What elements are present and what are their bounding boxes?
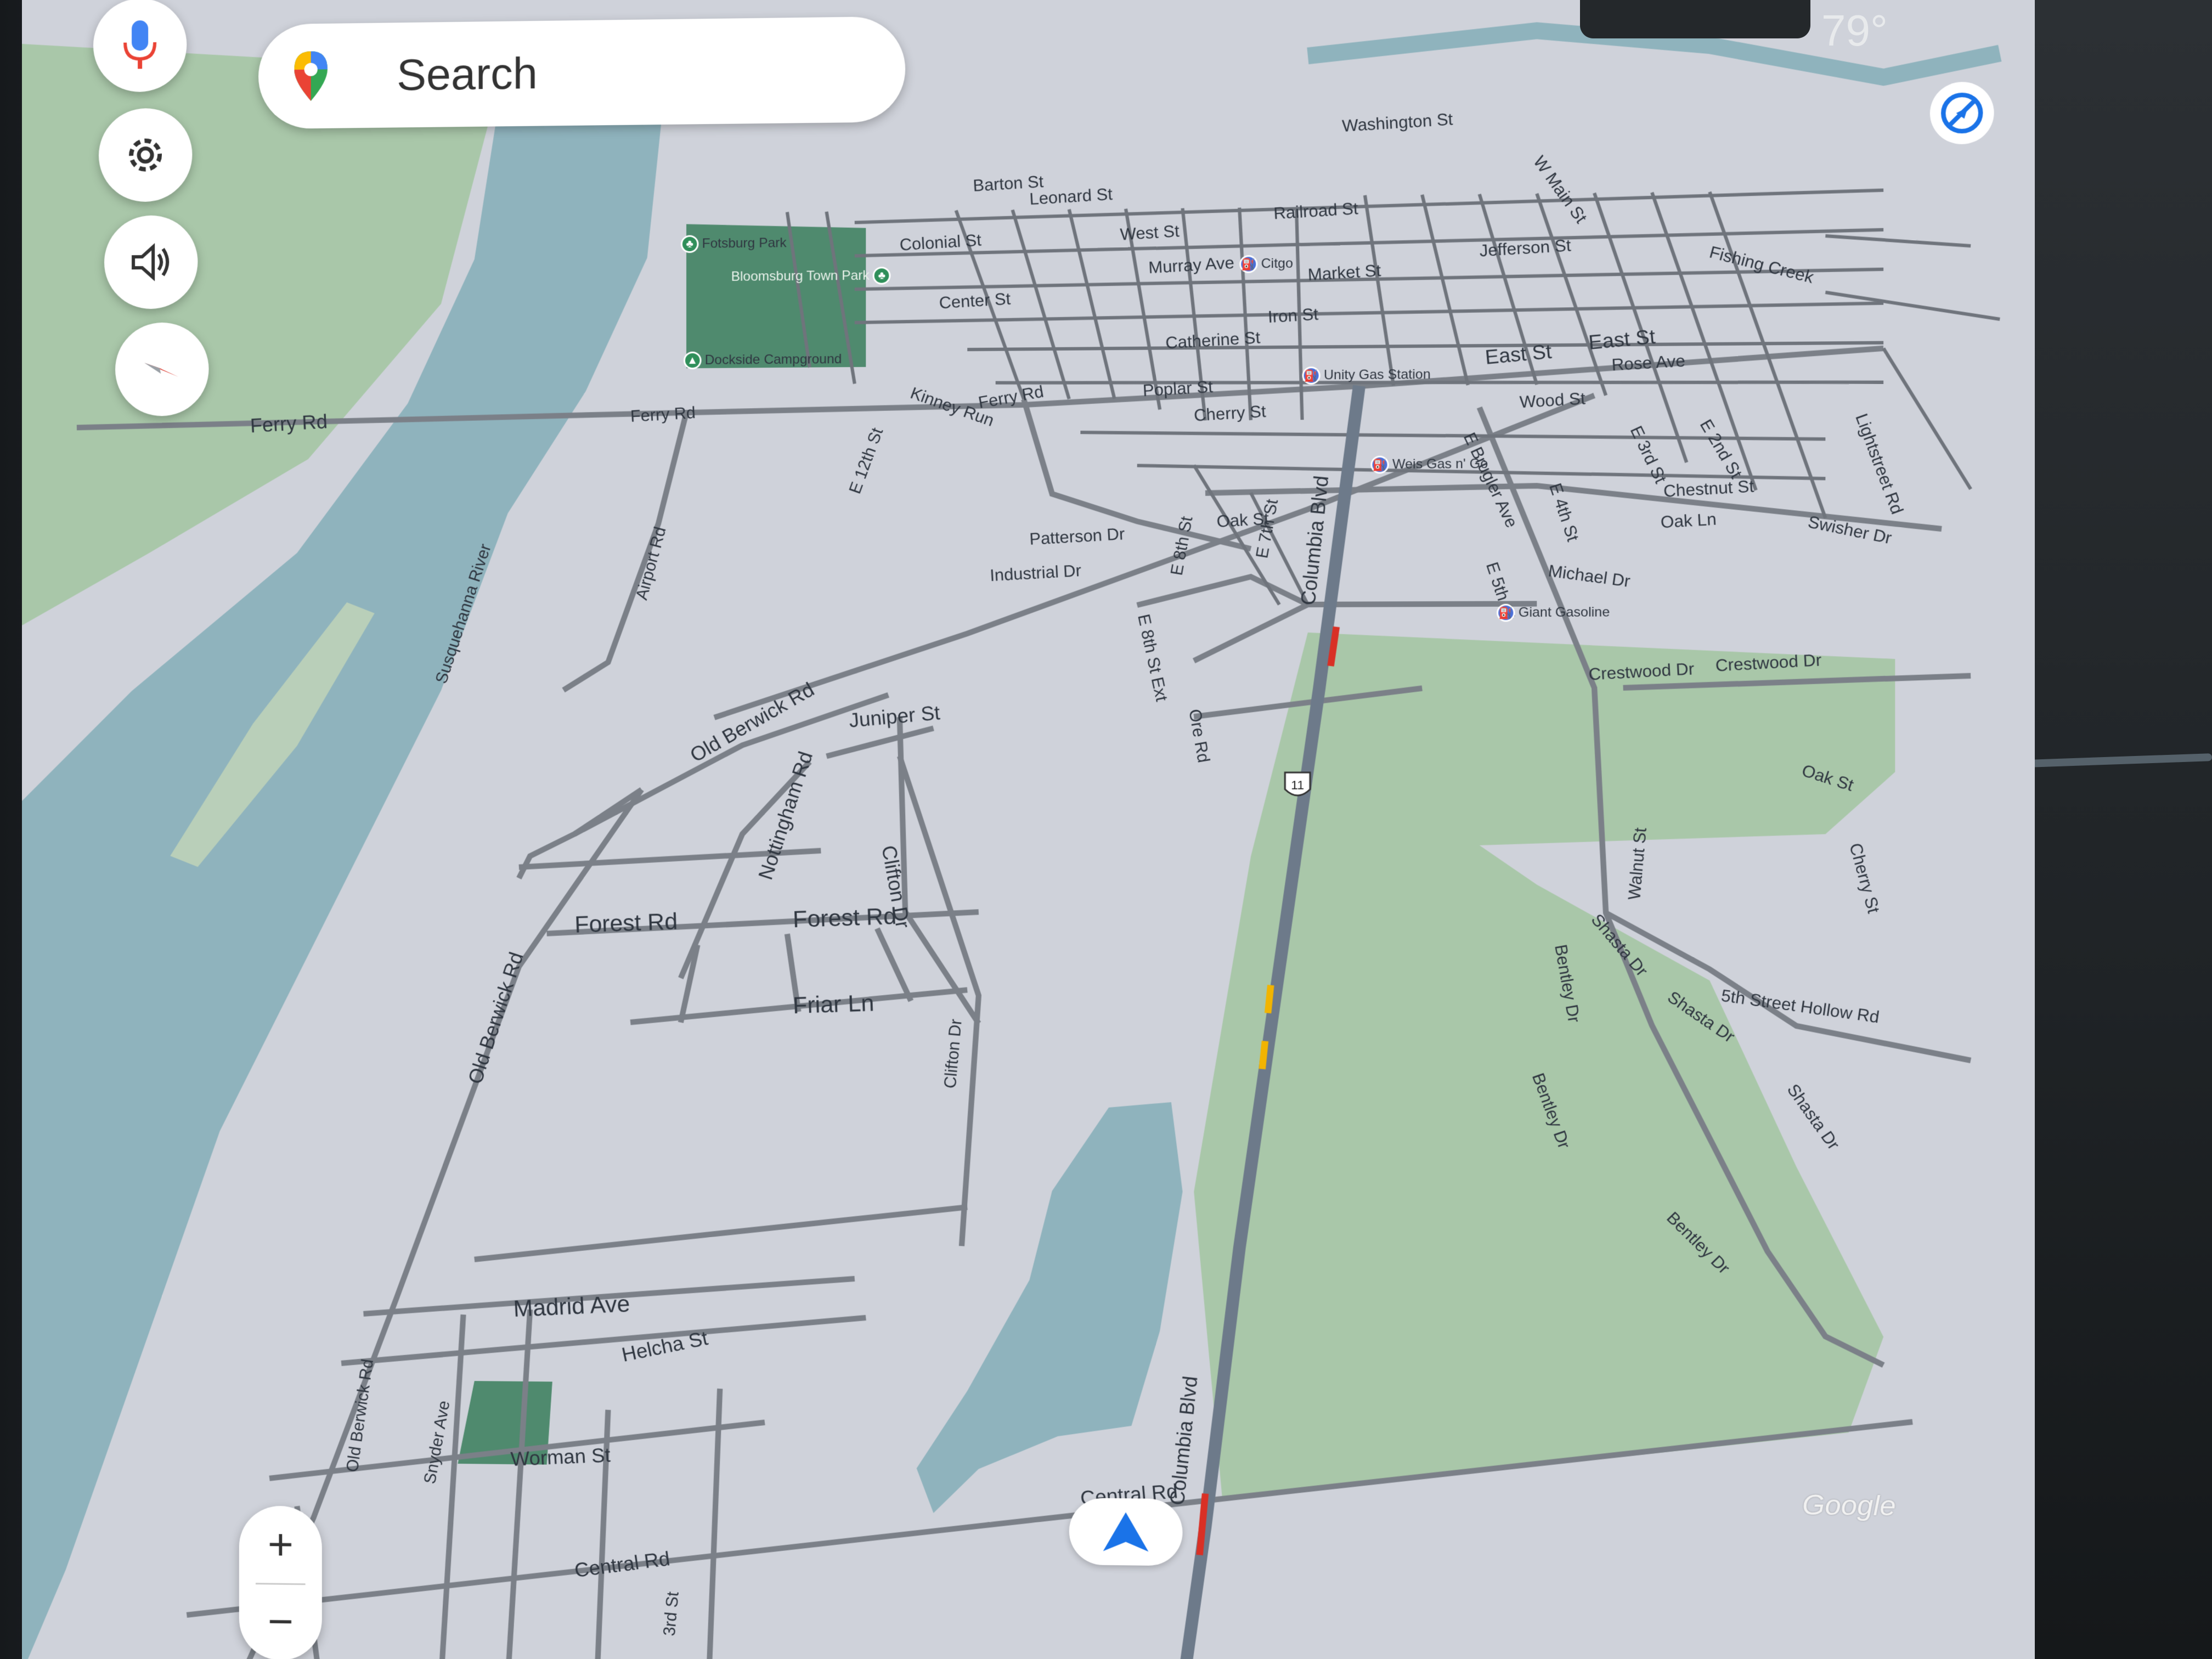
label-forest-rd-2: Forest Rd <box>792 902 897 933</box>
poi-label: Unity Gas Station <box>1323 366 1431 383</box>
label-worman-st: Worman St <box>510 1443 611 1471</box>
zoom-in-button[interactable]: + <box>239 1505 322 1583</box>
volume-icon <box>131 239 174 285</box>
volume-button[interactable] <box>104 215 198 309</box>
label-madrid-ave: Madrid Ave <box>512 1290 631 1322</box>
poi-weis-gas[interactable]: ⛽ Weis Gas n' Go <box>1370 455 1488 474</box>
mic-icon <box>123 20 156 69</box>
poi-dockside-campground[interactable]: ▲ Dockside Campground <box>683 351 842 370</box>
highway-shield-number: 11 <box>1291 778 1304 792</box>
traffic-yellow-2 <box>1262 1041 1265 1069</box>
label-west-st: West St <box>1119 222 1180 244</box>
navigation-arrow-icon <box>1103 1512 1149 1552</box>
current-location-puck[interactable] <box>1069 1498 1183 1566</box>
poi-label: Giant Gasoline <box>1518 605 1610 620</box>
poi-citgo[interactable]: ⛽ Citgo <box>1239 255 1293 273</box>
poi-giant-gasoline[interactable]: ⛽ Giant Gasoline <box>1497 603 1610 622</box>
search-label: Search <box>397 48 538 100</box>
poi-label: Citgo <box>1261 256 1293 272</box>
label-poplar-st: Poplar St <box>1142 377 1214 400</box>
settings-button[interactable] <box>98 108 193 202</box>
label-ferry-rd-w: Ferry Rd <box>249 410 328 437</box>
gear-icon <box>128 138 162 172</box>
zoom-control: + − <box>239 1505 322 1659</box>
search-bar[interactable]: Search <box>258 16 906 129</box>
temperature-readout: 79° <box>1821 6 1888 55</box>
status-strip <box>1580 0 1810 38</box>
gas-station-icon: ⛽ <box>1370 455 1389 474</box>
label-friar-ln: Friar Ln <box>792 989 875 1019</box>
gas-station-icon: ⛽ <box>1302 366 1321 385</box>
poi-label: Bloomsburg Town Park <box>731 268 870 284</box>
campground-icon: ▲ <box>683 351 702 370</box>
label-forest-rd-1: Forest Rd <box>574 908 678 938</box>
highway-shield: 11 <box>1285 772 1310 795</box>
label-wood-st: Wood St <box>1519 389 1586 412</box>
park-icon: ♣ <box>872 267 891 285</box>
poi-fotsburg-park[interactable]: ♣ Fotsburg Park <box>680 234 787 253</box>
compass-button[interactable] <box>115 322 209 416</box>
map-screen[interactable]: 11 Ferry Rd Ferry Rd Ferry Rd Airport Rd… <box>22 0 2035 1659</box>
maps-pin-icon <box>294 51 328 101</box>
gas-station-icon: ⛽ <box>1239 255 1258 273</box>
poi-label: Dockside Campground <box>704 351 842 368</box>
compass-icon <box>144 362 179 377</box>
label-ferry-rd-m: Ferry Rd <box>630 403 696 426</box>
google-attribution: Google <box>1802 1489 1896 1522</box>
label-oak-ln: Oak Ln <box>1660 510 1717 532</box>
poi-label: Fotsburg Park <box>702 235 787 251</box>
hide-poi-button[interactable] <box>1929 81 1994 145</box>
traffic-yellow-1 <box>1268 985 1271 1013</box>
poi-unity-gas-station[interactable]: ⛽ Unity Gas Station <box>1302 366 1431 385</box>
poi-bloomsburg-town-park[interactable]: Bloomsburg Town Park ♣ <box>731 267 891 286</box>
label-3rd-st: 3rd St <box>660 1590 682 1637</box>
label-iron-st: Iron St <box>1267 305 1319 327</box>
park-icon: ♣ <box>680 235 699 253</box>
no-restaurant-icon <box>1939 90 1985 136</box>
gas-station-icon: ⛽ <box>1497 603 1515 622</box>
zoom-out-button[interactable]: − <box>239 1583 322 1659</box>
poi-label: Weis Gas n' Go <box>1392 456 1488 472</box>
